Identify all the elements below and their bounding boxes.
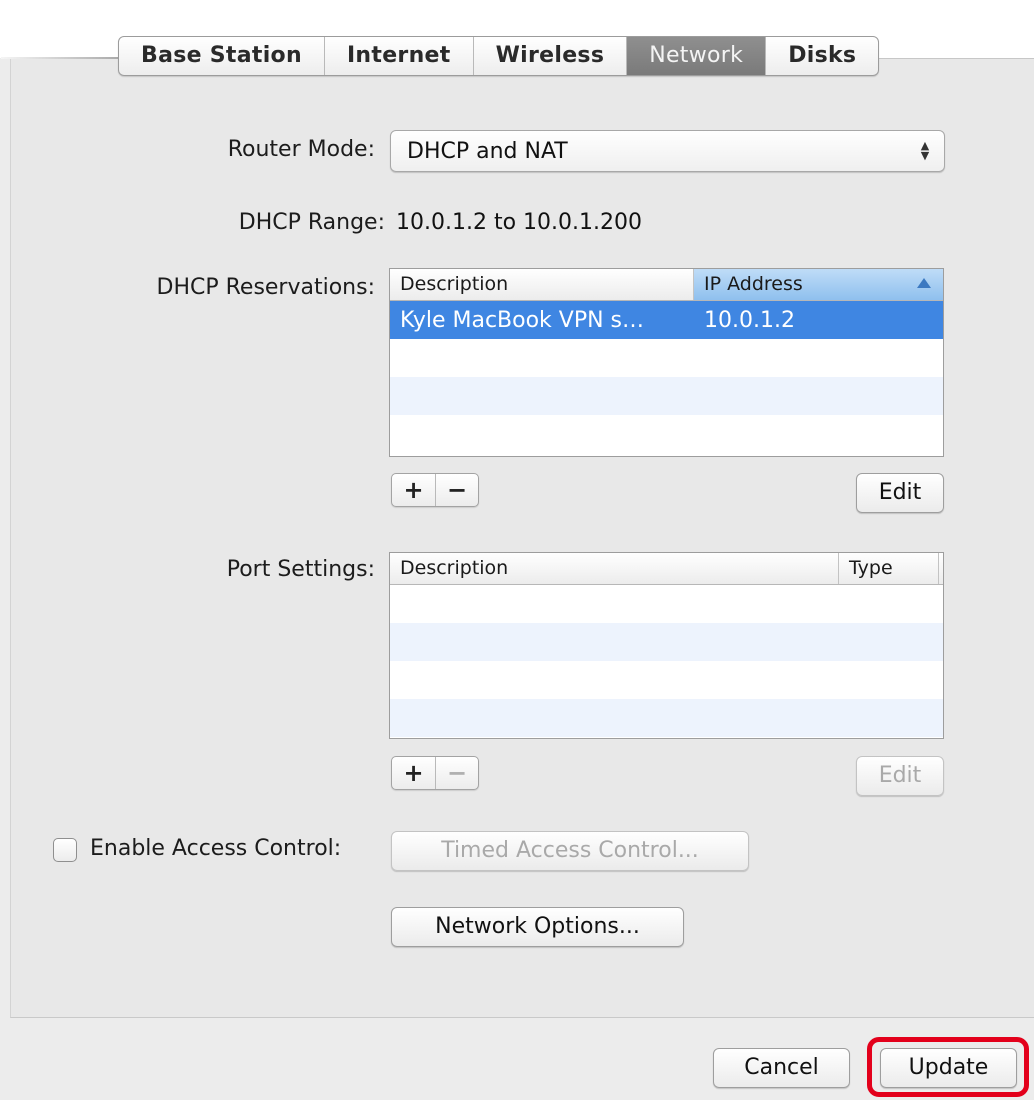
table-row-empty xyxy=(390,661,943,699)
updown-arrows-icon: ▲ ▼ xyxy=(920,139,930,162)
timed-access-control-button[interactable]: Timed Access Control... xyxy=(391,831,749,871)
router-mode-label: Router Mode: xyxy=(227,137,375,162)
column-header-ip-label: IP Address xyxy=(704,273,803,295)
table-row-empty xyxy=(390,415,943,453)
router-mode-popup[interactable]: DHCP and NAT ▲ ▼ xyxy=(390,130,945,172)
column-header-description[interactable]: Description xyxy=(390,553,839,584)
remove-reservation-button[interactable]: − xyxy=(436,474,478,506)
port-settings-label: Port Settings: xyxy=(226,557,375,582)
add-reservation-button[interactable]: + xyxy=(392,474,436,506)
table-body xyxy=(390,585,943,737)
row-ip-address: 10.0.1.2 xyxy=(704,307,795,333)
dhcp-range-label: DHCP Range: xyxy=(238,210,385,235)
dhcp-reservations-table[interactable]: Description IP Address Kyle MacBook VPN … xyxy=(389,268,944,457)
add-port-button[interactable]: + xyxy=(392,757,436,789)
table-header: Description Type xyxy=(390,553,943,585)
dhcp-range-value: 10.0.1.2 to 10.0.1.200 xyxy=(396,210,642,235)
tab-network[interactable]: Network xyxy=(627,37,767,75)
table-row-empty xyxy=(390,339,943,377)
tab-wireless[interactable]: Wireless xyxy=(474,37,628,75)
edit-reservation-button[interactable]: Edit xyxy=(856,473,944,513)
enable-access-control-checkbox[interactable] xyxy=(53,838,77,862)
table-row[interactable]: Kyle MacBook VPN s… 10.0.1.2 xyxy=(390,301,943,339)
column-header-description[interactable]: Description xyxy=(390,269,694,300)
port-settings-table[interactable]: Description Type xyxy=(389,552,944,739)
dhcp-add-remove-control: + − xyxy=(391,473,479,507)
dhcp-reservations-label: DHCP Reservations: xyxy=(156,275,376,300)
network-options-button[interactable]: Network Options... xyxy=(391,907,684,947)
remove-port-button[interactable]: − xyxy=(436,757,478,789)
table-body: Kyle MacBook VPN s… 10.0.1.2 xyxy=(390,301,943,453)
enable-access-control-label[interactable]: Enable Access Control: xyxy=(90,836,375,861)
table-row-empty xyxy=(390,699,943,737)
tab-bar: Base Station Internet Wireless Network D… xyxy=(118,36,880,76)
router-mode-value: DHCP and NAT xyxy=(407,138,568,164)
tab-internet[interactable]: Internet xyxy=(325,37,474,75)
table-row-empty xyxy=(390,585,943,623)
column-header-type[interactable]: Type xyxy=(839,553,939,584)
cancel-button[interactable]: Cancel xyxy=(713,1048,850,1088)
table-row-empty xyxy=(390,377,943,415)
update-highlight-outline xyxy=(867,1037,1029,1097)
table-row-empty xyxy=(390,623,943,661)
column-header-ip-address[interactable]: IP Address xyxy=(694,269,943,300)
tab-disks[interactable]: Disks xyxy=(766,37,878,75)
table-header: Description IP Address xyxy=(390,269,943,301)
tab-base-station[interactable]: Base Station xyxy=(119,37,325,75)
port-add-remove-control: + − xyxy=(391,756,479,790)
settings-panel xyxy=(1,57,1034,1018)
edit-port-button[interactable]: Edit xyxy=(856,756,944,796)
sort-ascending-icon xyxy=(917,278,931,288)
row-description: Kyle MacBook VPN s… xyxy=(400,307,645,333)
